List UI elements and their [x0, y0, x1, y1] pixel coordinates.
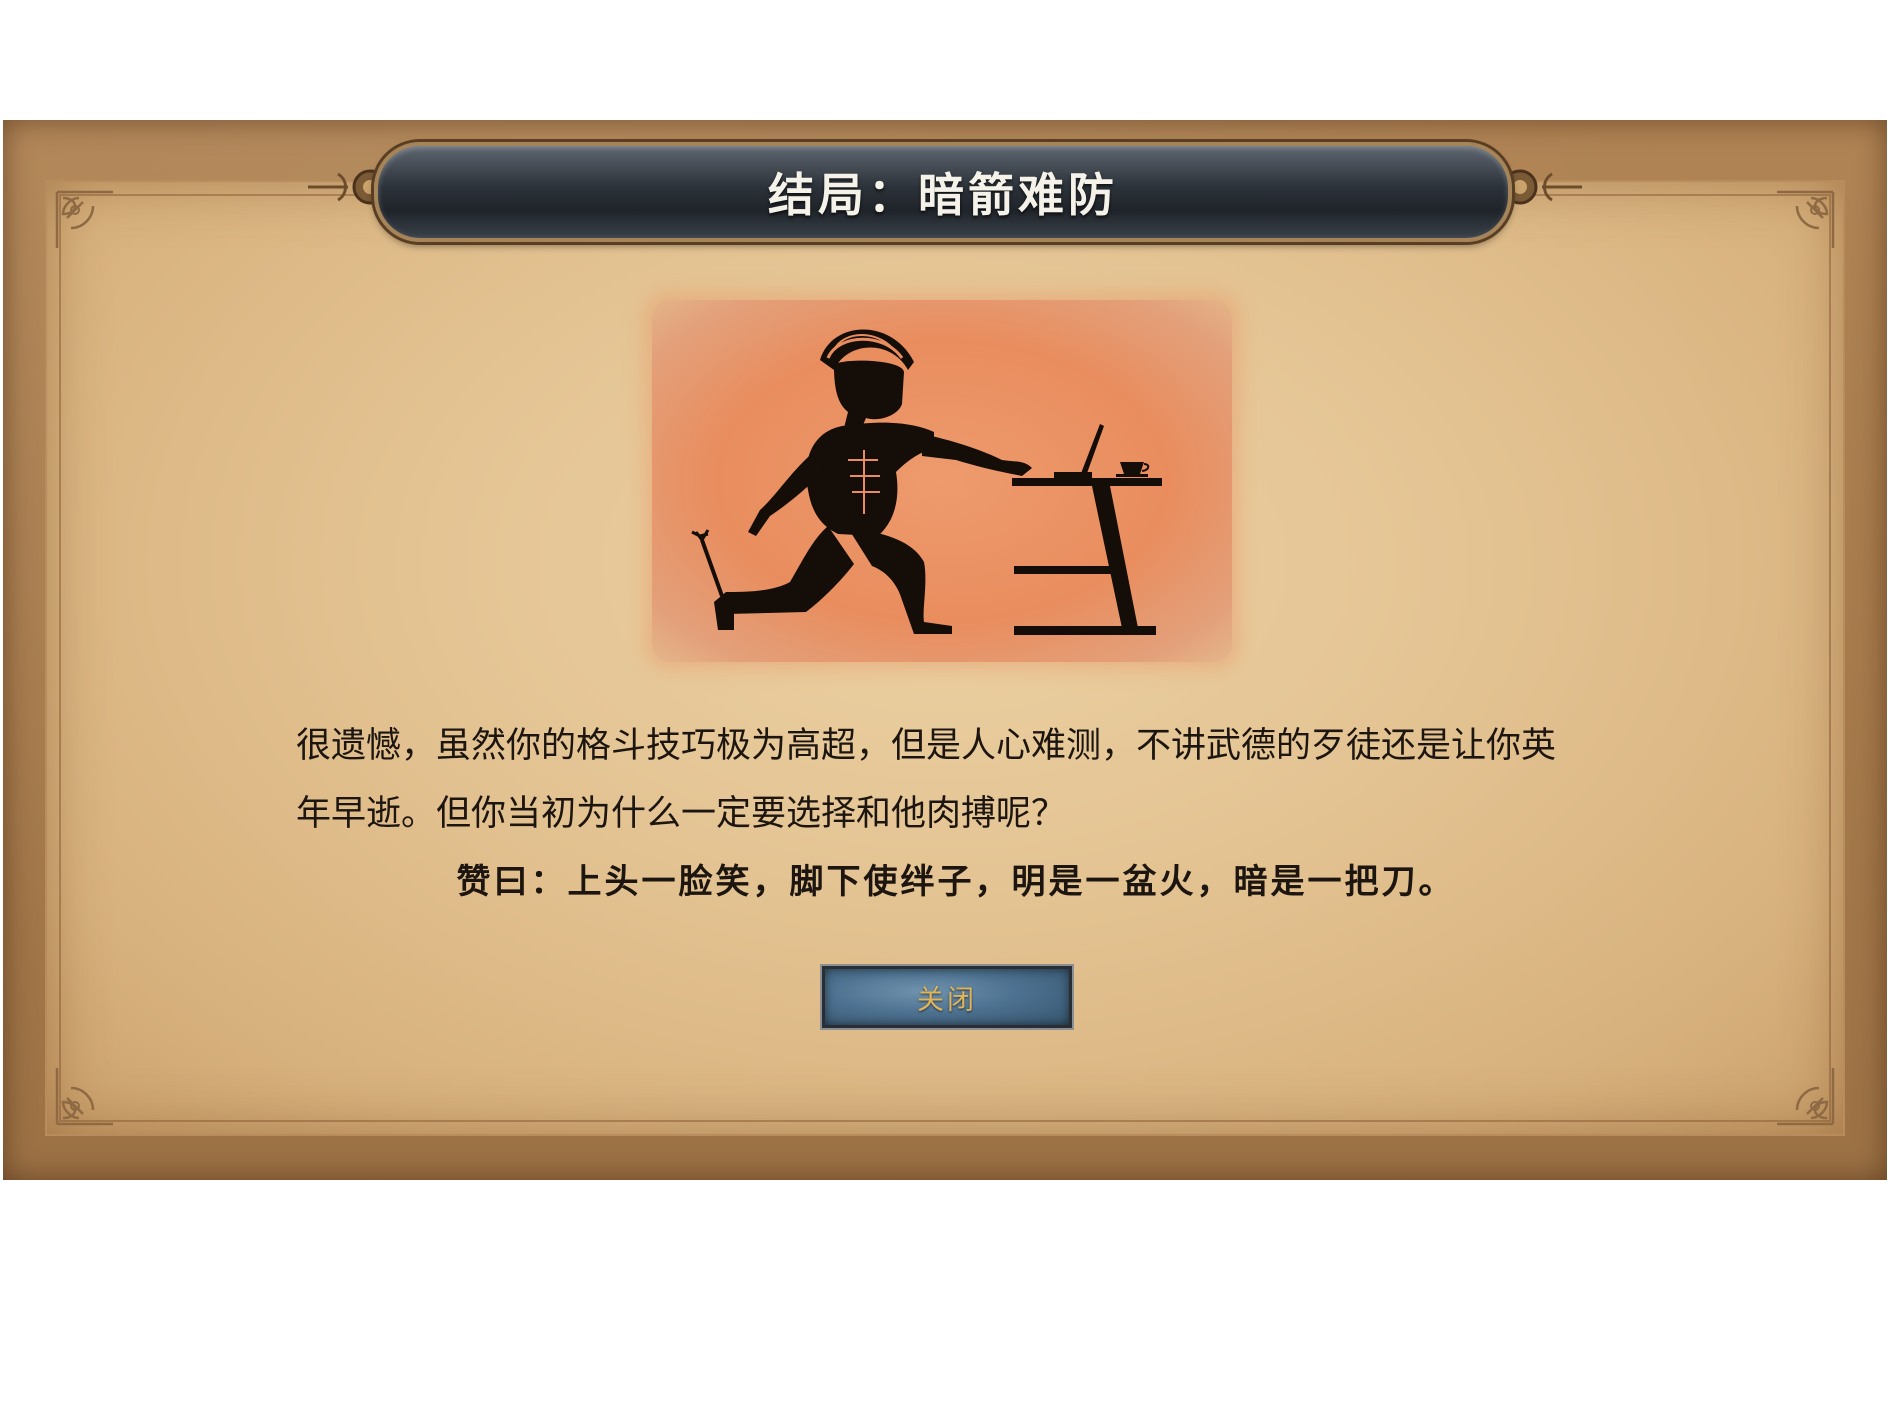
close-button-label: 关闭: [917, 984, 977, 1016]
ending-story: 很遗憾，虽然你的格斗技巧极为高超，但是人心难测，不讲武德的歹徒还是让你英 年早逝…: [296, 712, 1666, 848]
corner-ornament-icon: [53, 1064, 117, 1128]
story-line: 年早逝。但你当初为什么一定要选择和他肉搏呢？: [296, 794, 1067, 834]
ending-verse: 赞曰：上头一脸笑，脚下使绊子，明是一盆火，暗是一把刀。: [456, 862, 1456, 902]
title-banner: 结局：暗箭难防: [374, 142, 1512, 242]
close-button[interactable]: 关闭: [822, 966, 1072, 1028]
corner-ornament-icon: [1773, 1064, 1837, 1128]
ending-title: 结局：暗箭难防: [768, 168, 1118, 222]
corner-ornament-icon: [53, 188, 117, 252]
warrior-laptop-illustration-icon: [691, 329, 1162, 635]
game-screen: 结局：暗箭难防 很遗憾，虽然你的格斗技巧极为高超，但是人心难测，不讲武德的歹徒还…: [0, 0, 1890, 1417]
corner-ornament-icon: [1773, 188, 1837, 252]
ending-illustration: [652, 300, 1232, 662]
story-line: 很遗憾，虽然你的格斗技巧极为高超，但是人心难测，不讲武德的歹徒还是让你英: [296, 726, 1557, 766]
